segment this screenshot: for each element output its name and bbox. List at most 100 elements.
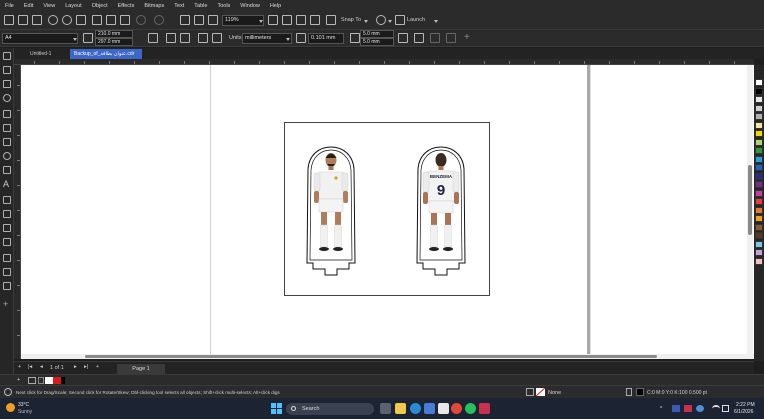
- palette-swatch[interactable]: [755, 172, 763, 180]
- options-dropdown-icon[interactable]: [388, 20, 392, 23]
- tab-backup-document[interactable]: Backup_of_عنوان بطاقة.cdr: [70, 49, 142, 59]
- palette-swatch[interactable]: [755, 79, 763, 86]
- drawing-canvas[interactable]: BENZEMA 9: [21, 65, 754, 354]
- text-tool-icon[interactable]: A: [3, 180, 11, 189]
- drop-shadow-icon[interactable]: [3, 224, 11, 232]
- file-explorer-icon[interactable]: [395, 403, 406, 414]
- rectangle-tool-icon[interactable]: [3, 138, 11, 146]
- crop-tool-icon[interactable]: [3, 80, 11, 88]
- clock-date[interactable]: 6/1/2026: [734, 409, 753, 415]
- horizontal-scrollbar[interactable]: [21, 354, 754, 359]
- pick-tool-icon[interactable]: [3, 52, 11, 60]
- publish-pdf-icon[interactable]: [208, 15, 218, 25]
- artboard-frame[interactable]: BENZEMA 9: [284, 122, 490, 296]
- portrait-icon[interactable]: [166, 33, 176, 43]
- palette-swatch[interactable]: [755, 164, 763, 171]
- launch-icon[interactable]: [395, 15, 405, 25]
- page-tab[interactable]: Page 1: [117, 364, 165, 374]
- eyedropper-icon[interactable]: [3, 254, 11, 262]
- edge-browser-icon[interactable]: [410, 403, 421, 414]
- duplicate-x-field[interactable]: 5.0 mm: [360, 30, 394, 38]
- search-content-icon[interactable]: [48, 15, 58, 25]
- palette-swatch[interactable]: [755, 104, 763, 112]
- menu-file[interactable]: File: [5, 3, 14, 9]
- player-back-cutout[interactable]: BENZEMA 9: [415, 145, 467, 279]
- menu-window[interactable]: Window: [240, 3, 260, 9]
- store-icon[interactable]: [438, 403, 449, 414]
- palette-swatch[interactable]: [755, 198, 763, 205]
- launch-label[interactable]: Launch: [407, 17, 425, 23]
- menu-effects[interactable]: Effects: [118, 3, 135, 9]
- volume-icon[interactable]: [722, 405, 729, 412]
- import-icon[interactable]: [180, 15, 190, 25]
- show-guidelines-icon[interactable]: [310, 15, 320, 25]
- guideline[interactable]: [210, 65, 211, 354]
- page-size-select[interactable]: A4: [2, 33, 78, 44]
- duplicate-y-field[interactable]: 5.0 mm: [360, 38, 394, 46]
- show-grid-icon[interactable]: [296, 15, 306, 25]
- palette-swatch[interactable]: [755, 113, 763, 120]
- page-width-field[interactable]: 210.0 mm: [95, 30, 133, 38]
- save-icon[interactable]: [32, 15, 42, 25]
- export-icon[interactable]: [194, 15, 204, 25]
- copy-icon[interactable]: [106, 15, 116, 25]
- show-rulers-icon[interactable]: [282, 15, 292, 25]
- landscape-icon[interactable]: [180, 33, 190, 43]
- fill-none-swatch[interactable]: [536, 388, 545, 396]
- whatsapp-icon[interactable]: [465, 403, 476, 414]
- menu-table[interactable]: Table: [194, 3, 207, 9]
- weather-sun-icon[interactable]: [6, 403, 15, 412]
- artistic-media-icon[interactable]: [3, 124, 11, 132]
- prev-page-icon[interactable]: ◂: [40, 364, 43, 370]
- all-pages-icon[interactable]: [198, 33, 208, 43]
- paste-icon[interactable]: [120, 15, 130, 25]
- next-page-icon[interactable]: ▸: [74, 364, 77, 370]
- palette-swatch[interactable]: [755, 130, 763, 137]
- page-frame-icon[interactable]: [414, 33, 424, 43]
- page-size-dropdown-icon[interactable]: [73, 38, 77, 41]
- weather-temp[interactable]: 33°C: [18, 402, 29, 408]
- new-document-icon[interactable]: [4, 15, 14, 25]
- menu-layout[interactable]: Layout: [65, 3, 82, 9]
- clock-time[interactable]: 2:22 PM: [736, 402, 755, 408]
- menu-help[interactable]: Help: [270, 3, 281, 9]
- taskbar-search[interactable]: Search: [286, 403, 374, 415]
- palette-swatch[interactable]: [755, 206, 763, 214]
- page-height-field[interactable]: 297.0 mm: [95, 38, 133, 46]
- ellipse-tool-icon[interactable]: [3, 152, 11, 160]
- coreldraw-icon[interactable]: [479, 403, 490, 414]
- palette-swatch[interactable]: [755, 138, 763, 146]
- print-icon[interactable]: [76, 15, 86, 25]
- palette-swatch[interactable]: [755, 155, 763, 163]
- zoom-dropdown-icon[interactable]: [259, 20, 263, 23]
- cut-icon[interactable]: [92, 15, 102, 25]
- bleed-icon[interactable]: [430, 33, 440, 43]
- add-page-after-icon[interactable]: +: [96, 364, 99, 370]
- settings-gear-icon[interactable]: [4, 388, 12, 396]
- menu-text[interactable]: Text: [174, 3, 184, 9]
- polygon-tool-icon[interactable]: [3, 166, 11, 174]
- undo-icon[interactable]: [136, 15, 146, 25]
- tray-chevron-icon[interactable]: ^: [660, 406, 662, 412]
- windows-start-icon[interactable]: [271, 403, 282, 414]
- add-tool-icon[interactable]: +: [3, 300, 11, 309]
- zoom-level-field[interactable]: 119%: [222, 15, 264, 26]
- interactive-fill-icon[interactable]: [3, 268, 11, 276]
- options-gear-icon[interactable]: [376, 15, 386, 25]
- palette-swatch[interactable]: [755, 249, 763, 256]
- nudge-distance-field[interactable]: 0.101 mm: [308, 33, 344, 44]
- snap-to-dropdown-icon[interactable]: [364, 20, 368, 23]
- palette-swatch[interactable]: [755, 215, 763, 222]
- palette-swatch[interactable]: [755, 147, 763, 154]
- palette-swatch[interactable]: [755, 189, 763, 197]
- parallel-dimension-icon[interactable]: [3, 196, 11, 204]
- palette-swatch[interactable]: [755, 240, 763, 248]
- horizontal-scroll-thumb[interactable]: [85, 355, 657, 358]
- palette-swatch[interactable]: [755, 121, 763, 129]
- lock-ratio-icon[interactable]: [148, 33, 158, 43]
- upload-icon[interactable]: [62, 15, 72, 25]
- freehand-tool-icon[interactable]: [3, 110, 11, 118]
- tray-corel-icon[interactable]: [684, 405, 692, 412]
- palette-swatch[interactable]: [755, 181, 763, 188]
- smart-fill-icon[interactable]: [3, 282, 11, 290]
